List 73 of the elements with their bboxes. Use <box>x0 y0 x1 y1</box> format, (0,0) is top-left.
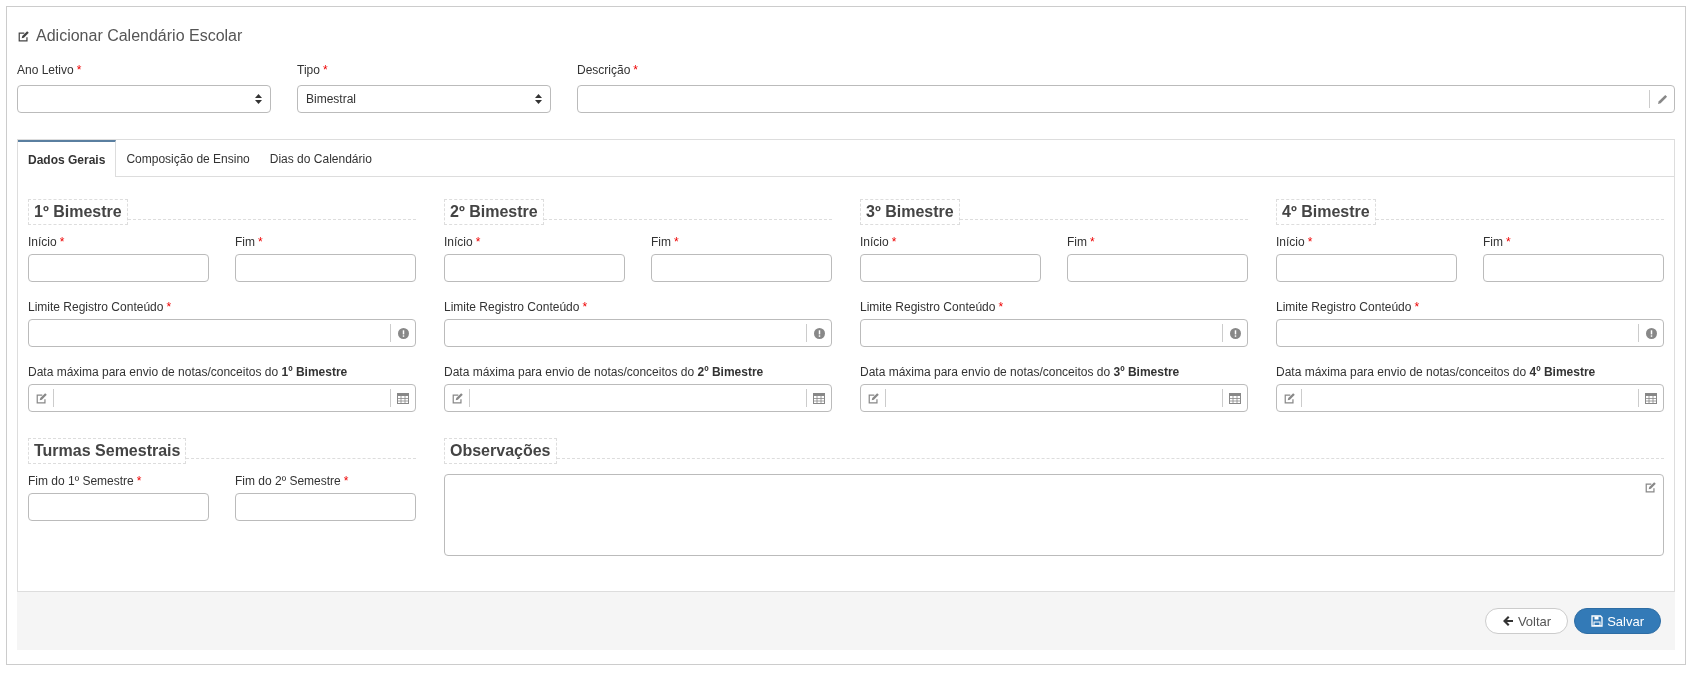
date-field[interactable] <box>28 384 416 412</box>
field-label: Fim * <box>1483 235 1512 251</box>
input-field[interactable] <box>860 319 1248 347</box>
edit-icon <box>1282 391 1296 405</box>
date-field[interactable] <box>1276 384 1664 412</box>
field-label: Fim do 2º Semestre * <box>235 474 350 490</box>
date-field[interactable] <box>444 384 832 412</box>
section-heading: Turmas Semestrais <box>28 438 187 464</box>
exclamation-icon <box>1645 327 1657 339</box>
field-label: Fim * <box>235 235 264 251</box>
field-label: Fim * <box>651 235 680 251</box>
exclamation-icon <box>397 327 409 339</box>
calendar-icon <box>1229 392 1241 404</box>
back-button[interactable]: Voltar <box>1484 608 1569 634</box>
pencil-icon <box>1656 93 1668 105</box>
date-field[interactable] <box>1067 254 1248 282</box>
edit-icon <box>1644 481 1657 494</box>
date-field[interactable] <box>235 493 416 521</box>
tab[interactable]: Dados Gerais <box>18 140 117 177</box>
field-label: Limite Registro Conteúdo * <box>860 300 1005 316</box>
sort-arrows-icon <box>535 93 542 105</box>
date-field[interactable] <box>860 384 1248 412</box>
field-label: Início * <box>444 235 482 251</box>
tab[interactable]: Dias do Calendário <box>259 140 382 177</box>
date-field[interactable] <box>28 254 209 282</box>
text-field[interactable] <box>577 85 1675 113</box>
edit-icon <box>450 391 464 405</box>
calendar-icon <box>1645 392 1657 404</box>
field-label: Ano Letivo * <box>17 63 83 79</box>
field-label: Limite Registro Conteúdo * <box>1276 300 1421 316</box>
date-field[interactable] <box>860 254 1041 282</box>
calendar-icon <box>397 392 409 404</box>
field-label: Início * <box>860 235 898 251</box>
date-field[interactable] <box>651 254 832 282</box>
save-button[interactable]: Salvar <box>1574 608 1661 634</box>
section-heading: 3º Bimestre <box>860 199 960 225</box>
sort-arrows-icon <box>255 93 262 105</box>
field-label: Data máxima para envio de notas/conceitos do 1º Bimestre <box>28 365 349 381</box>
field-label: Início * <box>28 235 66 251</box>
field-label: Descrição * <box>577 63 640 79</box>
field-label: Fim * <box>1067 235 1096 251</box>
field-label: Data máxima para envio de notas/conceitos do 3º Bimestre <box>860 365 1181 381</box>
arrow-left-icon <box>1501 615 1514 627</box>
field-label: Tipo * <box>297 63 329 79</box>
exclamation-icon <box>813 327 825 339</box>
textarea-field[interactable] <box>444 474 1664 556</box>
input-field[interactable] <box>1276 319 1664 347</box>
tab[interactable]: Composição de Ensino <box>116 140 260 177</box>
field-label: Limite Registro Conteúdo * <box>444 300 589 316</box>
section-heading: 4º Bimestre <box>1276 199 1376 225</box>
select-field[interactable] <box>17 85 271 113</box>
input-field[interactable] <box>28 319 416 347</box>
select-field[interactable]: Bimestral <box>297 85 551 113</box>
date-field[interactable] <box>1276 254 1457 282</box>
section-heading: Observações <box>444 438 557 464</box>
field-label: Data máxima para envio de notas/conceitos do 4º Bimestre <box>1276 365 1597 381</box>
field-label: Data máxima para envio de notas/conceitos do 2º Bimestre <box>444 365 765 381</box>
edit-icon <box>34 391 48 405</box>
date-field[interactable] <box>28 493 209 521</box>
edit-icon <box>866 391 880 405</box>
calendar-icon <box>813 392 825 404</box>
date-field[interactable] <box>235 254 416 282</box>
date-field[interactable] <box>444 254 625 282</box>
section-heading: 1º Bimestre <box>28 199 128 225</box>
field-label: Limite Registro Conteúdo * <box>28 300 173 316</box>
section-heading: 2º Bimestre <box>444 199 544 225</box>
date-field[interactable] <box>1483 254 1664 282</box>
exclamation-icon <box>1229 327 1241 339</box>
page-title: Adicionar Calendário Escolar <box>36 27 243 45</box>
edit-icon <box>17 29 30 43</box>
input-field[interactable] <box>444 319 832 347</box>
field-label: Início * <box>1276 235 1314 251</box>
field-label: Fim do 1º Semestre * <box>28 474 143 490</box>
